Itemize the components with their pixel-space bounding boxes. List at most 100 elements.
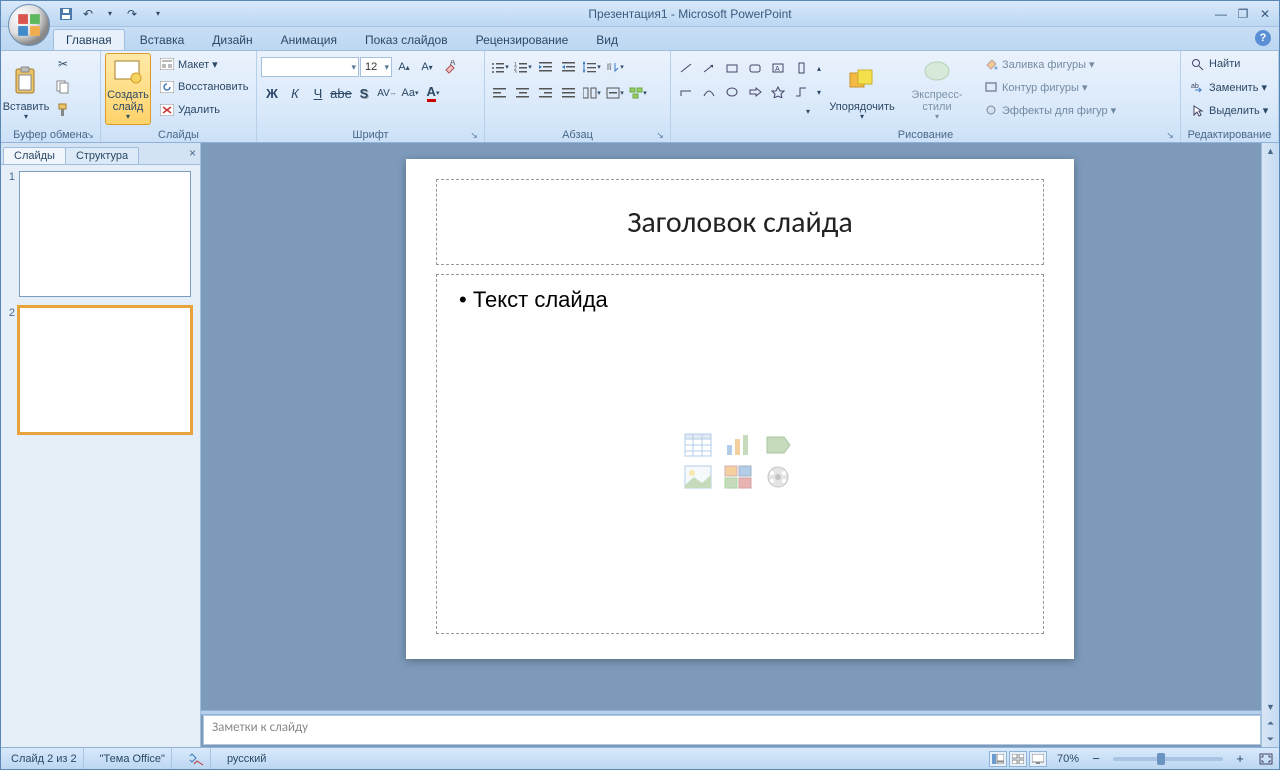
maximize-button[interactable]: ❐: [1235, 7, 1251, 21]
shape-curve-icon[interactable]: [698, 81, 720, 103]
shadow-button[interactable]: S: [353, 82, 375, 104]
text-direction-button[interactable]: lî▾: [604, 56, 626, 78]
font-color-button[interactable]: A▾: [422, 82, 444, 104]
font-size-combo[interactable]: 12: [360, 57, 392, 77]
font-name-combo[interactable]: [261, 57, 359, 77]
new-slide-button[interactable]: Создать слайд▾: [105, 53, 151, 125]
shape-effects-button[interactable]: Эффекты для фигур ▾: [978, 99, 1121, 121]
delete-slide-button[interactable]: Удалить: [154, 99, 253, 121]
paragraph-launcher-icon[interactable]: ↘: [654, 129, 666, 141]
view-sorter-icon[interactable]: [1009, 751, 1027, 767]
vertical-scrollbar[interactable]: ▲ ▼ ⏶ ⏷: [1261, 143, 1279, 747]
shape-fill-button[interactable]: Заливка фигуры ▾: [978, 53, 1121, 75]
select-button[interactable]: Выделить ▾: [1185, 99, 1273, 121]
insert-picture-icon[interactable]: [683, 463, 713, 491]
shape-arrow-icon[interactable]: [698, 57, 720, 79]
layout-button[interactable]: Макет ▾: [154, 53, 253, 75]
close-button[interactable]: ✕: [1257, 7, 1273, 21]
slide-canvas[interactable]: Заголовок слайда Текст слайда: [201, 143, 1279, 710]
insert-clipart-icon[interactable]: [723, 463, 753, 491]
strike-button[interactable]: abe: [330, 82, 352, 104]
insert-table-icon[interactable]: [683, 431, 713, 459]
shapes-down-icon[interactable]: ▾: [813, 81, 825, 103]
qat-customize-icon[interactable]: ▾: [149, 5, 167, 23]
copy-button[interactable]: [50, 76, 76, 98]
line-spacing-button[interactable]: ▾: [581, 56, 603, 78]
replace-button[interactable]: abЗаменить ▾: [1185, 76, 1273, 98]
undo-icon[interactable]: ↶: [79, 5, 97, 23]
shrink-font-button[interactable]: A▾: [416, 56, 438, 78]
align-center-button[interactable]: [512, 82, 534, 104]
shape-star-icon[interactable]: [767, 81, 789, 103]
shapes-up-icon[interactable]: ▴: [813, 57, 825, 79]
zoom-slider[interactable]: [1113, 757, 1223, 761]
redo-icon[interactable]: ↷: [123, 5, 141, 23]
shape-oval-icon[interactable]: [721, 81, 743, 103]
clipboard-launcher-icon[interactable]: ↘: [84, 129, 96, 141]
tab-insert[interactable]: Вставка: [127, 29, 198, 50]
shape-rect-icon[interactable]: [721, 57, 743, 79]
slide-thumbnail-2[interactable]: [19, 307, 191, 433]
prev-slide-icon[interactable]: ⏶: [1262, 715, 1279, 731]
italic-button[interactable]: К: [284, 82, 306, 104]
tab-home[interactable]: Главная: [53, 29, 125, 50]
status-language[interactable]: русский: [221, 748, 272, 769]
columns-button[interactable]: ▾: [581, 82, 603, 104]
tab-design[interactable]: Дизайн: [199, 29, 265, 50]
bold-button[interactable]: Ж: [261, 82, 283, 104]
fit-window-button[interactable]: [1257, 748, 1275, 770]
cut-button[interactable]: ✂: [50, 53, 76, 75]
justify-button[interactable]: [558, 82, 580, 104]
change-case-button[interactable]: Aa▾: [399, 82, 421, 104]
scroll-down-icon[interactable]: ▼: [1262, 699, 1279, 715]
align-right-button[interactable]: [535, 82, 557, 104]
status-slide[interactable]: Слайд 2 из 2: [5, 748, 84, 769]
grow-font-button[interactable]: A▴: [393, 56, 415, 78]
undo-dropdown-icon[interactable]: ▾: [101, 5, 119, 23]
underline-button[interactable]: Ч: [307, 82, 329, 104]
save-icon[interactable]: [57, 5, 75, 23]
paste-button[interactable]: Вставить ▾: [5, 53, 47, 125]
zoom-level[interactable]: 70%: [1057, 753, 1079, 765]
view-normal-icon[interactable]: [989, 751, 1007, 767]
zoom-out-button[interactable]: −: [1089, 748, 1103, 770]
font-launcher-icon[interactable]: ↘: [468, 129, 480, 141]
shape-elbow-icon[interactable]: [675, 81, 697, 103]
shape-textbox-icon[interactable]: A: [767, 57, 789, 79]
quick-styles-button[interactable]: Экспресс-стили▾: [899, 53, 975, 125]
shapes-gallery[interactable]: A ▴ ▾ ▾: [675, 53, 825, 117]
tab-slideshow[interactable]: Показ слайдов: [352, 29, 461, 50]
shape-connector-icon[interactable]: [790, 81, 812, 103]
numbering-button[interactable]: 123▾: [512, 56, 534, 78]
status-theme[interactable]: "Тема Office": [94, 748, 172, 769]
panel-close-icon[interactable]: ×: [189, 146, 196, 160]
shape-vtext-icon[interactable]: [790, 57, 812, 79]
zoom-in-button[interactable]: +: [1233, 748, 1247, 770]
insert-media-icon[interactable]: [763, 463, 793, 491]
drawing-launcher-icon[interactable]: ↘: [1164, 129, 1176, 141]
reset-button[interactable]: Восстановить: [154, 76, 253, 98]
bullets-button[interactable]: ▾: [489, 56, 511, 78]
increase-indent-button[interactable]: [558, 56, 580, 78]
smartart-button[interactable]: ▾: [627, 82, 649, 104]
scroll-up-icon[interactable]: ▲: [1262, 143, 1279, 159]
content-placeholder[interactable]: Текст слайда: [436, 274, 1044, 634]
tab-review[interactable]: Рецензирование: [463, 29, 582, 50]
next-slide-icon[interactable]: ⏷: [1262, 731, 1279, 747]
clear-format-button[interactable]: A: [439, 56, 461, 78]
slide[interactable]: Заголовок слайда Текст слайда: [406, 159, 1074, 659]
shapes-more-icon[interactable]: ▾: [675, 105, 813, 117]
tab-slides[interactable]: Слайды: [3, 147, 66, 164]
help-button[interactable]: ?: [1255, 30, 1271, 46]
tab-view[interactable]: Вид: [583, 29, 631, 50]
arrange-button[interactable]: Упорядочить▾: [828, 53, 896, 125]
notes-pane[interactable]: Заметки к слайду: [203, 715, 1261, 745]
format-painter-button[interactable]: [50, 99, 76, 121]
title-placeholder[interactable]: Заголовок слайда: [436, 179, 1044, 265]
align-text-button[interactable]: ▾: [604, 82, 626, 104]
office-button[interactable]: [8, 4, 50, 46]
insert-smartart-icon[interactable]: [763, 431, 793, 459]
shape-roundrect-icon[interactable]: [744, 57, 766, 79]
shape-line-icon[interactable]: [675, 57, 697, 79]
slide-thumbnail-1[interactable]: [19, 171, 191, 297]
